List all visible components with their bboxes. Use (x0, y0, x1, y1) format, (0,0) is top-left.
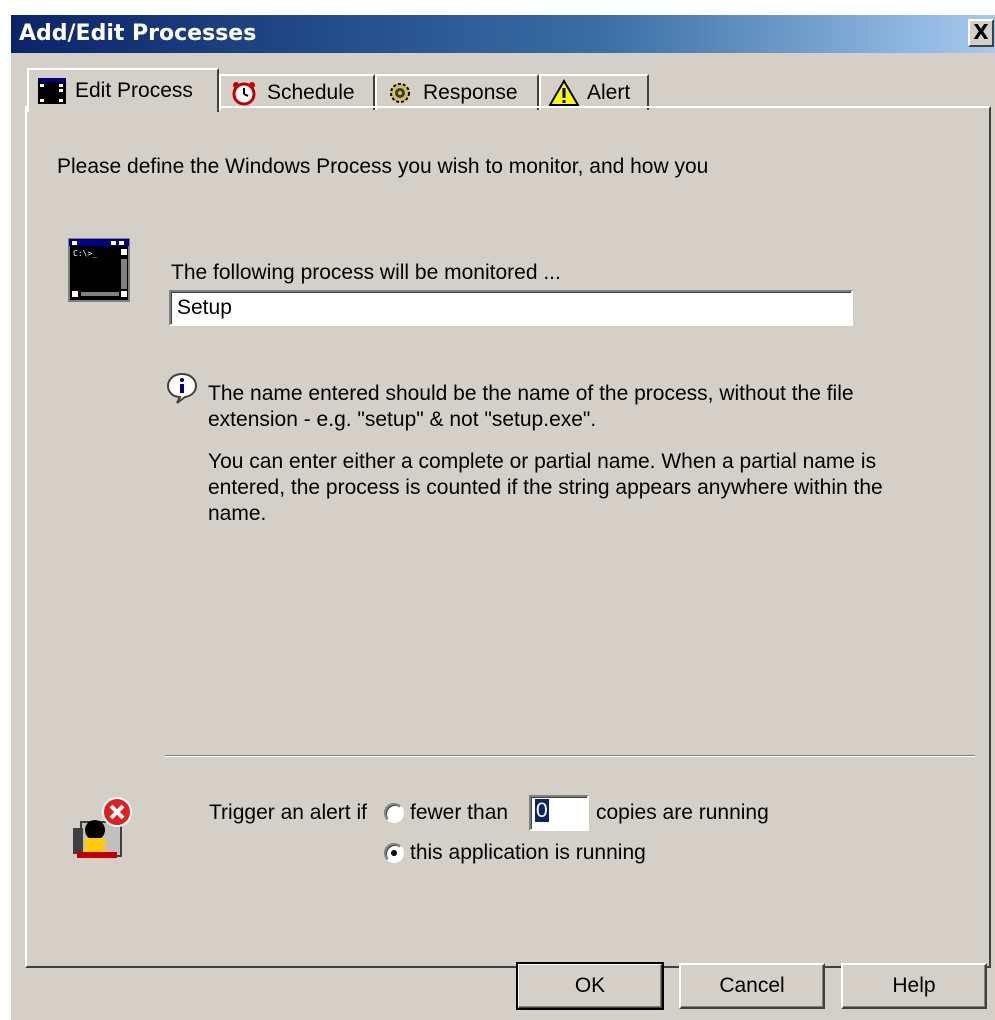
tab-schedule[interactable]: Schedule (219, 74, 375, 110)
tab-label: Edit Process (75, 79, 193, 102)
close-icon: X (973, 20, 989, 44)
close-button[interactable]: X (968, 19, 994, 47)
info-icon (166, 372, 198, 404)
alert-trigger-icon (73, 797, 132, 858)
console-window-icon: C:\>_ (68, 238, 130, 302)
dialog-window: Add/Edit Processes X Edit Process Schedu… (10, 14, 995, 1020)
info-text-partial-name: You can enter either a complete or parti… (208, 450, 883, 525)
tab-alert[interactable]: Alert (539, 74, 649, 110)
title-bar[interactable]: Add/Edit Processes X (11, 15, 995, 53)
ok-button[interactable]: OK (516, 962, 664, 1010)
application-running-label[interactable]: this application is running (410, 841, 646, 865)
cancel-button-label: Cancel (719, 974, 785, 997)
tab-label: Response (423, 81, 518, 104)
tab-label: Alert (587, 81, 631, 104)
svg-text:C:\>_: C:\>_ (73, 249, 97, 258)
warning-icon (549, 79, 579, 106)
tab-panel (25, 106, 991, 968)
ok-button-label: OK (574, 974, 606, 997)
trigger-label: Trigger an alert if (209, 801, 367, 824)
help-button-label: Help (892, 974, 936, 997)
application-running-radio[interactable] (384, 843, 404, 863)
fewer-than-radio[interactable] (384, 803, 404, 823)
cancel-button[interactable]: Cancel (679, 963, 825, 1009)
fewer-than-label[interactable]: fewer than (410, 801, 508, 825)
copies-count-input[interactable]: 0 (529, 795, 589, 831)
process-name-input[interactable] (169, 290, 853, 326)
monitor-label: The following process will be monitored … (171, 261, 561, 284)
window-title: Add/Edit Processes (19, 21, 257, 46)
tab-label: Schedule (267, 81, 355, 104)
copies-count-value: 0 (535, 799, 549, 822)
gears-icon (390, 83, 410, 103)
console-icon (38, 78, 66, 104)
help-button[interactable]: Help (841, 963, 987, 1009)
info-text-extension: The name entered should be the name of t… (208, 382, 854, 431)
copies-running-label: copies are running (596, 801, 769, 824)
tab-response[interactable]: Response (375, 74, 539, 110)
tab-edit-process[interactable]: Edit Process (27, 68, 219, 112)
separator (165, 755, 975, 757)
alarm-clock-icon (232, 82, 256, 106)
description-text: Please define the Windows Process you wi… (57, 155, 709, 178)
